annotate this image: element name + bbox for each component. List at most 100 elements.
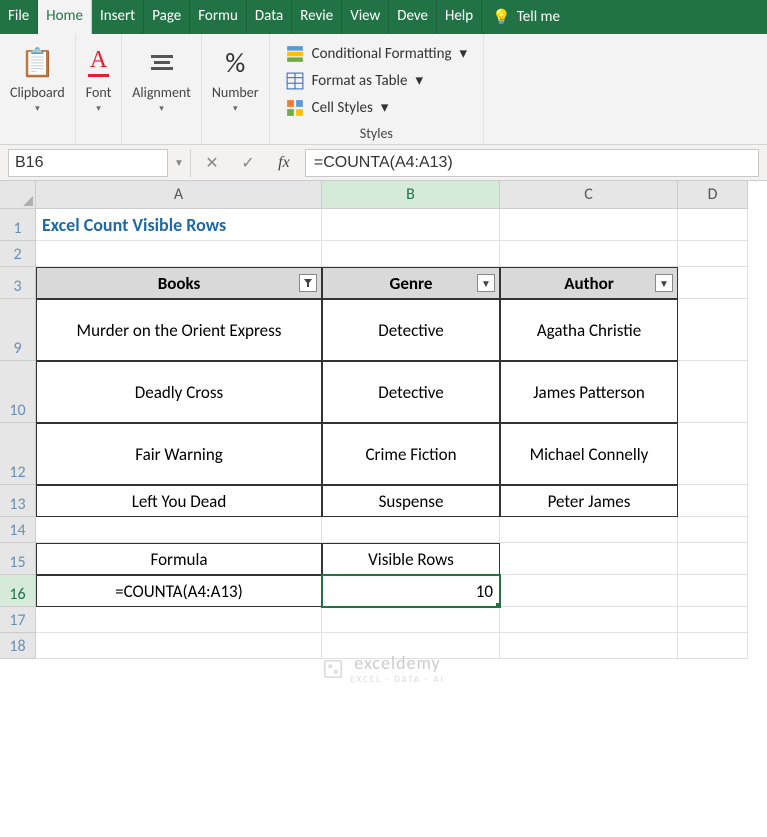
group-clipboard[interactable]: 📋 Clipboard ▾ xyxy=(0,34,76,144)
table-cell[interactable]: Detective xyxy=(322,361,500,423)
conditional-formatting-label: Conditional Formatting xyxy=(312,45,452,63)
chevron-down-icon: ▾ xyxy=(460,44,468,63)
table-cell[interactable]: Crime Fiction xyxy=(322,423,500,485)
col-header-c[interactable]: C xyxy=(500,181,678,209)
cell[interactable] xyxy=(678,209,748,241)
select-all-corner[interactable] xyxy=(0,181,36,209)
font-icon: A xyxy=(88,42,109,82)
cell[interactable] xyxy=(322,607,500,633)
cell-styles-icon xyxy=(286,99,304,117)
col-header-d[interactable]: D xyxy=(678,181,748,209)
cell[interactable] xyxy=(678,543,748,575)
selected-cell-b16[interactable]: 10 xyxy=(322,575,500,607)
cell-styles-button[interactable]: Cell Styles ▾ xyxy=(286,94,389,121)
cell[interactable] xyxy=(678,267,748,299)
cell[interactable] xyxy=(500,543,678,575)
group-font[interactable]: A Font ▾ xyxy=(76,34,123,144)
tab-page[interactable]: Page xyxy=(144,0,190,34)
cell[interactable] xyxy=(678,575,748,607)
row-header[interactable]: 10 xyxy=(0,361,36,423)
row-header[interactable]: 12 xyxy=(0,423,36,485)
chevron-down-icon[interactable]: ▾ xyxy=(35,103,40,114)
filter-dropdown-icon[interactable]: ▼ xyxy=(477,274,495,292)
table-header-books[interactable]: Books xyxy=(36,267,322,299)
table-cell[interactable]: Michael Connelly xyxy=(500,423,678,485)
table-cell[interactable]: Detective xyxy=(322,299,500,361)
tab-help[interactable]: Help xyxy=(437,0,482,34)
col-header-b[interactable]: B xyxy=(322,181,500,209)
filter-active-icon[interactable] xyxy=(299,274,317,292)
table-icon xyxy=(286,72,304,90)
fx-icon[interactable]: fx xyxy=(269,149,299,177)
chevron-down-icon[interactable]: ▾ xyxy=(233,103,238,114)
table-cell[interactable]: Deadly Cross xyxy=(36,361,322,423)
format-as-table-button[interactable]: Format as Table ▾ xyxy=(286,67,423,94)
confirm-formula-button[interactable]: ✓ xyxy=(233,149,263,177)
table-cell[interactable]: Peter James xyxy=(500,485,678,517)
cell[interactable] xyxy=(322,517,500,543)
row-header[interactable]: 16 xyxy=(0,575,36,607)
cell[interactable] xyxy=(678,517,748,543)
tab-home[interactable]: Home xyxy=(38,0,92,34)
tab-developer[interactable]: Deve xyxy=(389,0,437,34)
row-header[interactable]: 17 xyxy=(0,607,36,633)
cell[interactable] xyxy=(678,241,748,267)
tab-view[interactable]: View xyxy=(342,0,389,34)
cell-formula-text[interactable]: =COUNTA(A4:A13) xyxy=(36,575,322,607)
cell[interactable] xyxy=(322,209,500,241)
cell[interactable] xyxy=(36,517,322,543)
ribbon: 📋 Clipboard ▾ A Font ▾ Alignment ▾ % Num… xyxy=(0,34,767,145)
group-alignment[interactable]: Alignment ▾ xyxy=(122,34,202,144)
tell-me-search[interactable]: 💡 Tell me xyxy=(482,0,570,34)
tab-file[interactable]: File xyxy=(0,0,38,34)
row-header[interactable]: 9 xyxy=(0,299,36,361)
label-visible-rows[interactable]: Visible Rows xyxy=(322,543,500,575)
cell[interactable] xyxy=(678,485,748,517)
row-header[interactable]: 15 xyxy=(0,543,36,575)
name-box[interactable] xyxy=(8,149,168,177)
table-cell[interactable]: Murder on the Orient Express xyxy=(36,299,322,361)
cell[interactable] xyxy=(500,517,678,543)
cell[interactable] xyxy=(500,575,678,607)
cancel-formula-button[interactable]: ✕ xyxy=(197,149,227,177)
row-header[interactable]: 3 xyxy=(0,267,36,299)
conditional-formatting-button[interactable]: Conditional Formatting ▾ xyxy=(286,40,467,67)
cell[interactable] xyxy=(500,209,678,241)
tab-data[interactable]: Data xyxy=(247,0,292,34)
row-header[interactable]: 13 xyxy=(0,485,36,517)
spreadsheet-grid[interactable]: A B C D 1 2 3 9 10 12 13 14 15 16 17 18 … xyxy=(0,181,767,741)
cell[interactable] xyxy=(678,423,748,485)
table-cell[interactable]: Suspense xyxy=(322,485,500,517)
table-cell[interactable]: Left You Dead xyxy=(36,485,322,517)
cell[interactable] xyxy=(322,241,500,267)
table-header-author[interactable]: Author▼ xyxy=(500,267,678,299)
cell[interactable] xyxy=(36,607,322,633)
formula-input[interactable] xyxy=(305,149,759,177)
cell[interactable] xyxy=(36,241,322,267)
menu-tabs: File Home Insert Page Formu Data Revie V… xyxy=(0,0,767,34)
row-header[interactable]: 1 xyxy=(0,209,36,241)
tab-insert[interactable]: Insert xyxy=(92,0,144,34)
tab-formulas[interactable]: Formu xyxy=(190,0,247,34)
chevron-down-icon: ▾ xyxy=(415,71,423,90)
chevron-down-icon[interactable]: ▾ xyxy=(159,103,164,114)
cell[interactable] xyxy=(678,299,748,361)
table-cell[interactable]: Agatha Christie xyxy=(500,299,678,361)
table-header-genre[interactable]: Genre▼ xyxy=(322,267,500,299)
title-cell[interactable]: Excel Count Visible Rows xyxy=(36,209,322,241)
cell[interactable] xyxy=(678,607,748,633)
table-cell[interactable]: Fair Warning xyxy=(36,423,322,485)
chevron-down-icon[interactable]: ▾ xyxy=(96,103,101,114)
tab-review[interactable]: Revie xyxy=(292,0,342,34)
table-cell[interactable]: James Patterson xyxy=(500,361,678,423)
cell[interactable] xyxy=(678,361,748,423)
label-formula[interactable]: Formula xyxy=(36,543,322,575)
group-number[interactable]: % Number ▾ xyxy=(202,34,270,144)
row-header[interactable]: 14 xyxy=(0,517,36,543)
filter-dropdown-icon[interactable]: ▼ xyxy=(655,274,673,292)
cell[interactable] xyxy=(500,241,678,267)
cell[interactable] xyxy=(500,607,678,633)
row-header[interactable]: 2 xyxy=(0,241,36,267)
chevron-down-icon[interactable]: ▼ xyxy=(174,156,184,169)
col-header-a[interactable]: A xyxy=(36,181,322,209)
